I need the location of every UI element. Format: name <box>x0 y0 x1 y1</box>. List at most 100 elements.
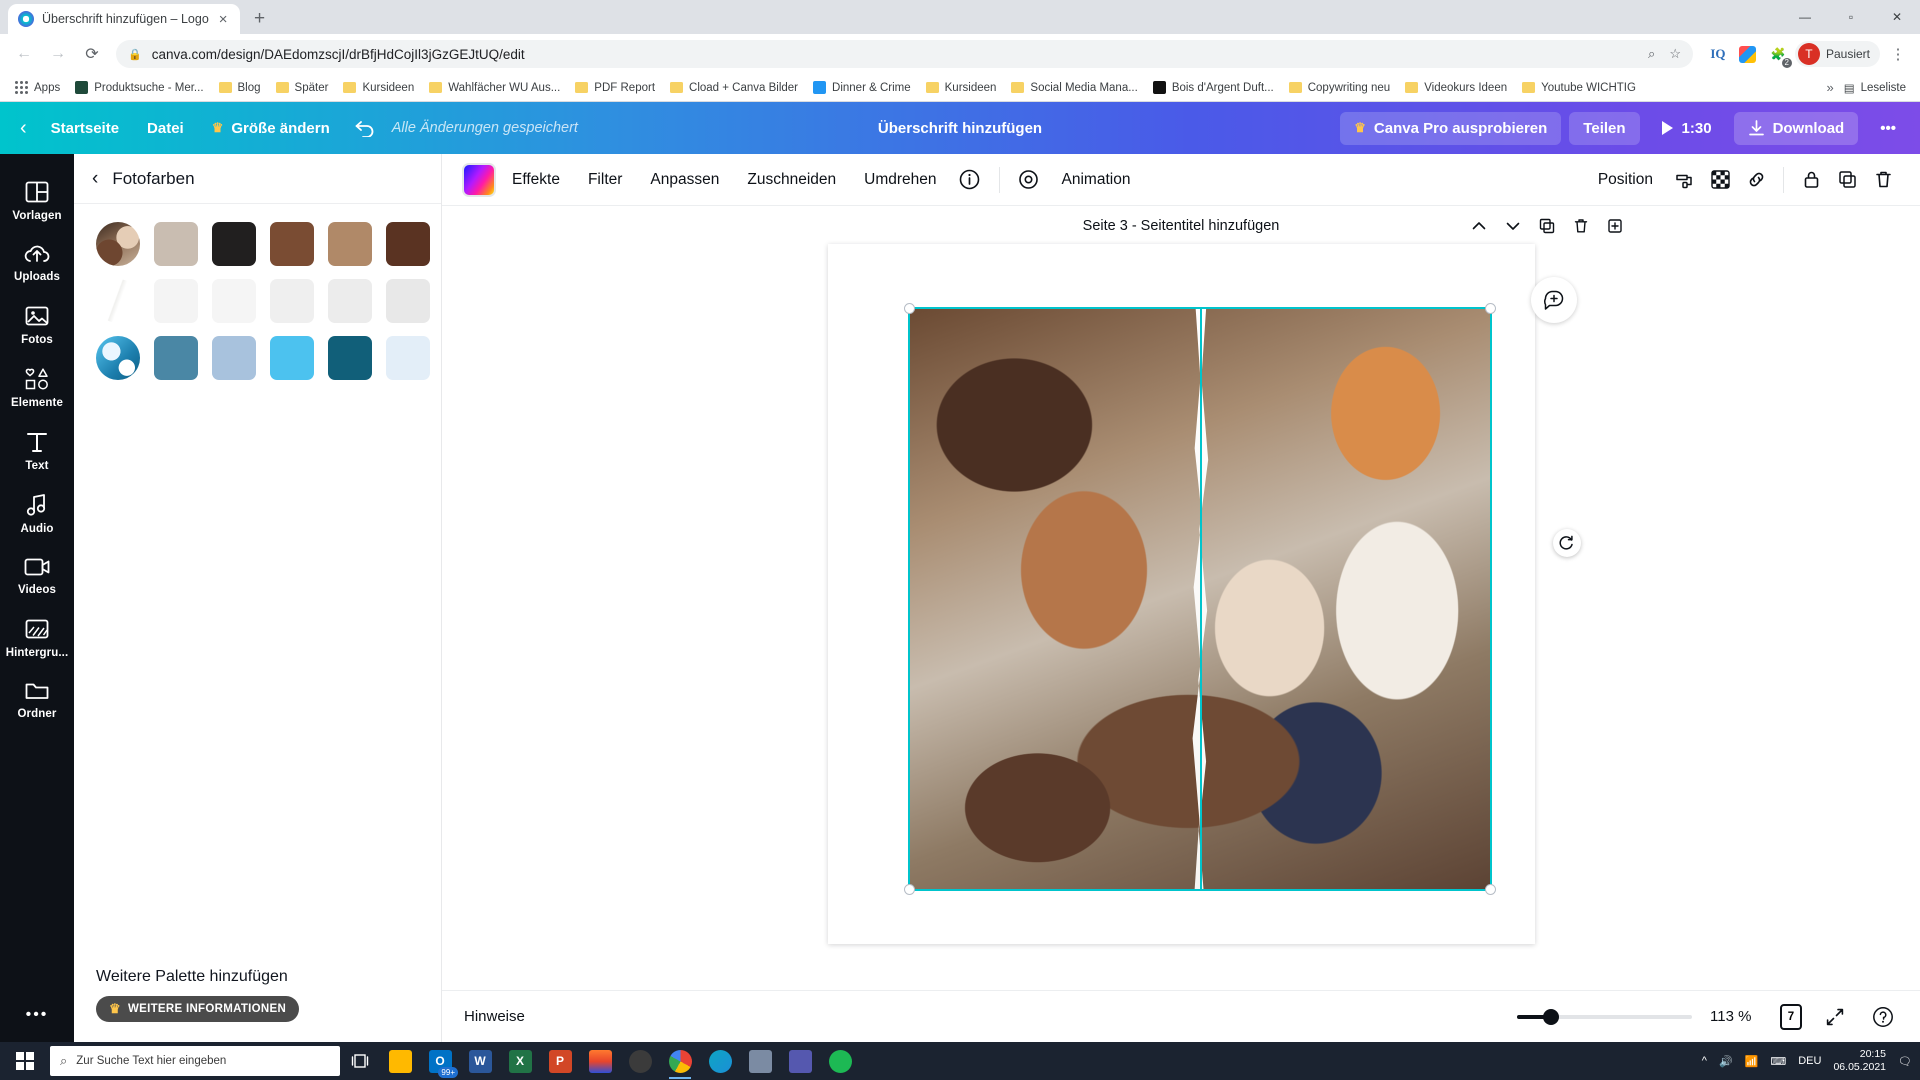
bookmark-apps[interactable]: Apps <box>8 78 67 97</box>
sidebar-item-vorlagen[interactable]: Vorlagen <box>0 168 74 231</box>
taskbar-app-outlook[interactable]: O 99+ <box>420 1042 460 1080</box>
expand-icon[interactable] <box>1820 1002 1850 1032</box>
copy-style-icon[interactable] <box>1667 163 1701 197</box>
browser-tab[interactable]: Überschrift hinzufügen – Logo × <box>8 4 240 34</box>
info-circle-icon[interactable] <box>953 163 987 197</box>
color-swatch[interactable] <box>154 336 198 380</box>
link-icon[interactable] <box>1739 163 1773 197</box>
taskbar-app-word[interactable]: W <box>460 1042 500 1080</box>
photo-thumb-water[interactable] <box>96 336 140 380</box>
document-title[interactable]: Überschrift hinzufügen <box>878 120 1042 137</box>
rotate-handle[interactable] <box>1552 529 1581 557</box>
reload-icon[interactable]: ⟳ <box>76 38 108 70</box>
rail-more-button[interactable]: ••• <box>26 1006 49 1024</box>
chevron-left-icon[interactable]: ‹ <box>92 169 98 188</box>
color-swatch[interactable] <box>270 222 314 266</box>
minimize-icon[interactable]: — <box>1782 0 1828 34</box>
header-back-button[interactable]: ‹ <box>10 111 37 146</box>
reading-list-button[interactable]: ▤ Leseliste <box>1844 81 1906 95</box>
color-swatch[interactable] <box>270 336 314 380</box>
new-tab-button[interactable]: + <box>246 5 274 33</box>
share-button[interactable]: Teilen <box>1569 111 1640 145</box>
bookmark-item[interactable]: Dinner & Crime <box>806 78 918 97</box>
browser-menu-icon[interactable]: ⋮ <box>1884 45 1912 63</box>
taskbar-app-file-explorer[interactable] <box>380 1042 420 1080</box>
back-icon[interactable]: ← <box>8 38 40 70</box>
color-swatch[interactable] <box>386 336 430 380</box>
taskbar-app-powerpoint[interactable]: P <box>540 1042 580 1080</box>
duplicate-icon[interactable] <box>1830 163 1864 197</box>
color-swatch[interactable] <box>212 336 256 380</box>
bookmark-item[interactable]: Social Media Mana... <box>1004 79 1144 97</box>
bookmark-item[interactable]: Kursideen <box>336 79 421 97</box>
sidebar-item-videos[interactable]: Videos <box>0 544 74 605</box>
tab-anpassen[interactable]: Anpassen <box>638 163 731 197</box>
present-button[interactable]: 1:30 <box>1648 112 1726 145</box>
bookmark-item[interactable]: PDF Report <box>568 79 662 97</box>
taskbar-app-photoshop[interactable] <box>580 1042 620 1080</box>
sidebar-item-text[interactable]: Text <box>0 418 74 481</box>
add-comment-button[interactable] <box>1530 277 1577 323</box>
network-icon[interactable]: 📶 <box>1745 1055 1759 1068</box>
canva-pro-button[interactable]: ♛ Canva Pro ausprobieren <box>1340 111 1562 145</box>
photo-thumb-people[interactable] <box>96 222 140 266</box>
sidebar-item-uploads[interactable]: Uploads <box>0 231 74 292</box>
close-window-icon[interactable]: ✕ <box>1874 0 1920 34</box>
photo-element[interactable] <box>909 309 1490 889</box>
taskbar-app-spotify[interactable] <box>820 1042 860 1080</box>
taskbar-app-edge[interactable] <box>700 1042 740 1080</box>
download-button[interactable]: Download <box>1733 111 1859 145</box>
tray-chevron-icon[interactable]: ^ <box>1702 1055 1707 1067</box>
color-swatch[interactable] <box>212 222 256 266</box>
color-swatch[interactable] <box>270 279 314 323</box>
tab-animation[interactable]: Animation <box>1050 163 1143 197</box>
taskbar-app-photos[interactable] <box>740 1042 780 1080</box>
sidebar-item-hintergrund[interactable]: Hintergru... <box>0 605 74 668</box>
delete-icon[interactable] <box>1866 163 1900 197</box>
taskbar-app-edge-legacy[interactable] <box>620 1042 660 1080</box>
move-down-icon[interactable] <box>1498 211 1528 241</box>
taskbar-app-teams[interactable] <box>780 1042 820 1080</box>
iq-extension-icon[interactable]: IQ <box>1705 41 1731 67</box>
color-swatch[interactable] <box>328 336 372 380</box>
home-button[interactable]: Startseite <box>37 112 133 145</box>
forward-icon[interactable]: → <box>42 38 74 70</box>
lock-icon[interactable] <box>1794 163 1828 197</box>
position-button[interactable]: Position <box>1586 163 1665 197</box>
tab-zuschneiden[interactable]: Zuschneiden <box>735 163 848 197</box>
tab-umdrehen[interactable]: Umdrehen <box>852 163 948 197</box>
color-swatch[interactable] <box>154 222 198 266</box>
bookmark-item[interactable]: Später <box>269 79 336 97</box>
color-swatch[interactable] <box>328 279 372 323</box>
delete-page-icon[interactable] <box>1566 211 1596 241</box>
bookmark-item[interactable]: Kursideen <box>919 79 1004 97</box>
zoom-slider[interactable] <box>1517 1008 1692 1025</box>
keyboard-icon[interactable]: ⌨ <box>1770 1055 1786 1068</box>
taskbar-app-excel[interactable]: X <box>500 1042 540 1080</box>
page-count-badge[interactable]: 7 <box>1780 1002 1804 1031</box>
move-up-icon[interactable] <box>1464 211 1494 241</box>
bookmark-item[interactable]: Blog <box>212 79 268 97</box>
search-zoom-icon[interactable]: ⌕ <box>1648 46 1655 62</box>
bookmark-item[interactable]: Bois d'Argent Duft... <box>1146 78 1281 97</box>
bookmark-item[interactable]: Videokurs Ideen <box>1398 79 1514 97</box>
more-options-button[interactable]: ••• <box>1866 112 1910 145</box>
color-swatch[interactable] <box>154 279 198 323</box>
file-menu-button[interactable]: Datei <box>133 112 198 145</box>
design-page[interactable] <box>827 244 1581 944</box>
transparency-icon[interactable] <box>1703 163 1737 197</box>
taskbar-search[interactable]: ⌕ Zur Suche Text hier eingeben <box>50 1046 340 1076</box>
puzzle-extension-icon[interactable]: 🧩 2 <box>1765 41 1792 68</box>
undo-button[interactable] <box>344 113 386 143</box>
sidebar-item-audio[interactable]: Audio <box>0 481 74 544</box>
close-icon[interactable]: × <box>217 12 230 27</box>
sidebar-item-ordner[interactable]: Ordner <box>0 668 74 729</box>
bookmark-item[interactable]: Produktsuche - Mer... <box>68 78 210 97</box>
notifications-icon[interactable]: 🗨 <box>1898 1055 1912 1068</box>
page-title[interactable]: Seite 3 - Seitentitel hinzufügen <box>1083 218 1280 234</box>
bookmark-item[interactable]: Cload + Canva Bilder <box>663 79 805 97</box>
bookmark-item[interactable]: Wahlfächer WU Aus... <box>422 79 567 97</box>
resize-button[interactable]: ♛ Größe ändern <box>198 112 344 145</box>
task-view-icon[interactable] <box>340 1042 380 1080</box>
color-swatch[interactable] <box>386 279 430 323</box>
